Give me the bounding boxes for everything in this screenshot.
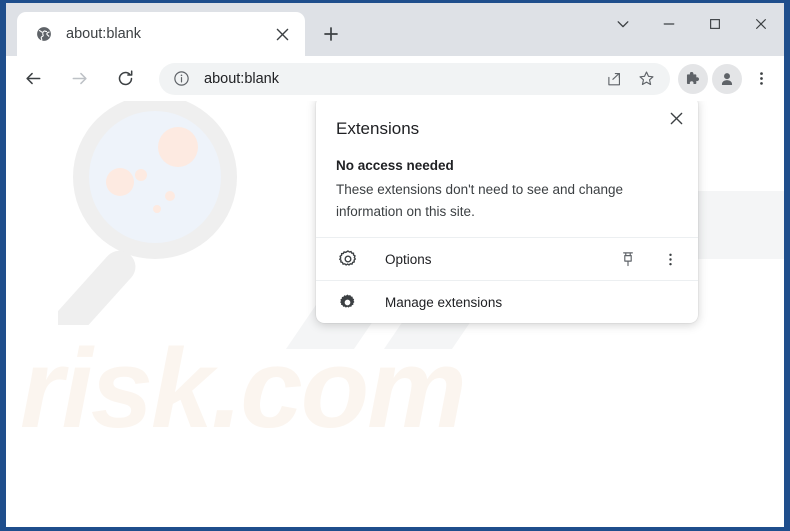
address-bar-url[interactable]: about:blank: [204, 71, 600, 87]
window-controls: [600, 3, 784, 45]
reload-button[interactable]: [109, 63, 141, 95]
manage-extensions-label: Manage extensions: [385, 295, 503, 310]
extension-list-item[interactable]: Options: [316, 237, 698, 281]
extensions-popup: Extensions No access needed These extens…: [316, 101, 698, 323]
share-icon[interactable]: [600, 65, 628, 93]
popup-title: Extensions: [336, 119, 420, 138]
minimize-button[interactable]: [646, 3, 692, 45]
tab-title: about:blank: [66, 26, 141, 42]
close-tab-button[interactable]: [269, 21, 295, 47]
star-icon[interactable]: [632, 65, 660, 93]
forward-button[interactable]: [63, 63, 95, 95]
section-heading: No access needed: [336, 158, 454, 173]
tab-strip: about:blank: [6, 3, 784, 56]
back-button[interactable]: [17, 63, 49, 95]
gear-filled-icon: [338, 293, 357, 312]
address-bar[interactable]: about:blank: [159, 62, 670, 95]
section-description: These extensions don't need to see and c…: [336, 182, 624, 220]
globe-icon: [35, 25, 53, 43]
browser-window: about:blank about:blank risk.com Extensi…: [6, 3, 784, 527]
profile-avatar[interactable]: [712, 63, 742, 94]
page-content: risk.com Extensions No access needed The…: [6, 101, 784, 527]
manage-extensions-item[interactable]: Manage extensions: [316, 282, 698, 323]
info-circle-icon[interactable]: [173, 70, 191, 88]
watermark-text: risk.com: [20, 326, 467, 451]
browser-toolbar: about:blank: [6, 56, 784, 101]
extensions-button[interactable]: [678, 63, 708, 94]
extension-name: Options: [385, 251, 432, 267]
gear-outline-icon: [338, 249, 358, 269]
tab-search-button[interactable]: [600, 3, 646, 45]
browser-menu-button[interactable]: [746, 64, 776, 94]
close-window-button[interactable]: [738, 3, 784, 45]
extension-more-button[interactable]: [656, 245, 684, 273]
close-popup-button[interactable]: [662, 104, 690, 132]
pin-icon[interactable]: [614, 245, 642, 273]
new-tab-button[interactable]: [316, 19, 346, 49]
maximize-button[interactable]: [692, 3, 738, 45]
browser-tab[interactable]: about:blank: [17, 12, 305, 56]
